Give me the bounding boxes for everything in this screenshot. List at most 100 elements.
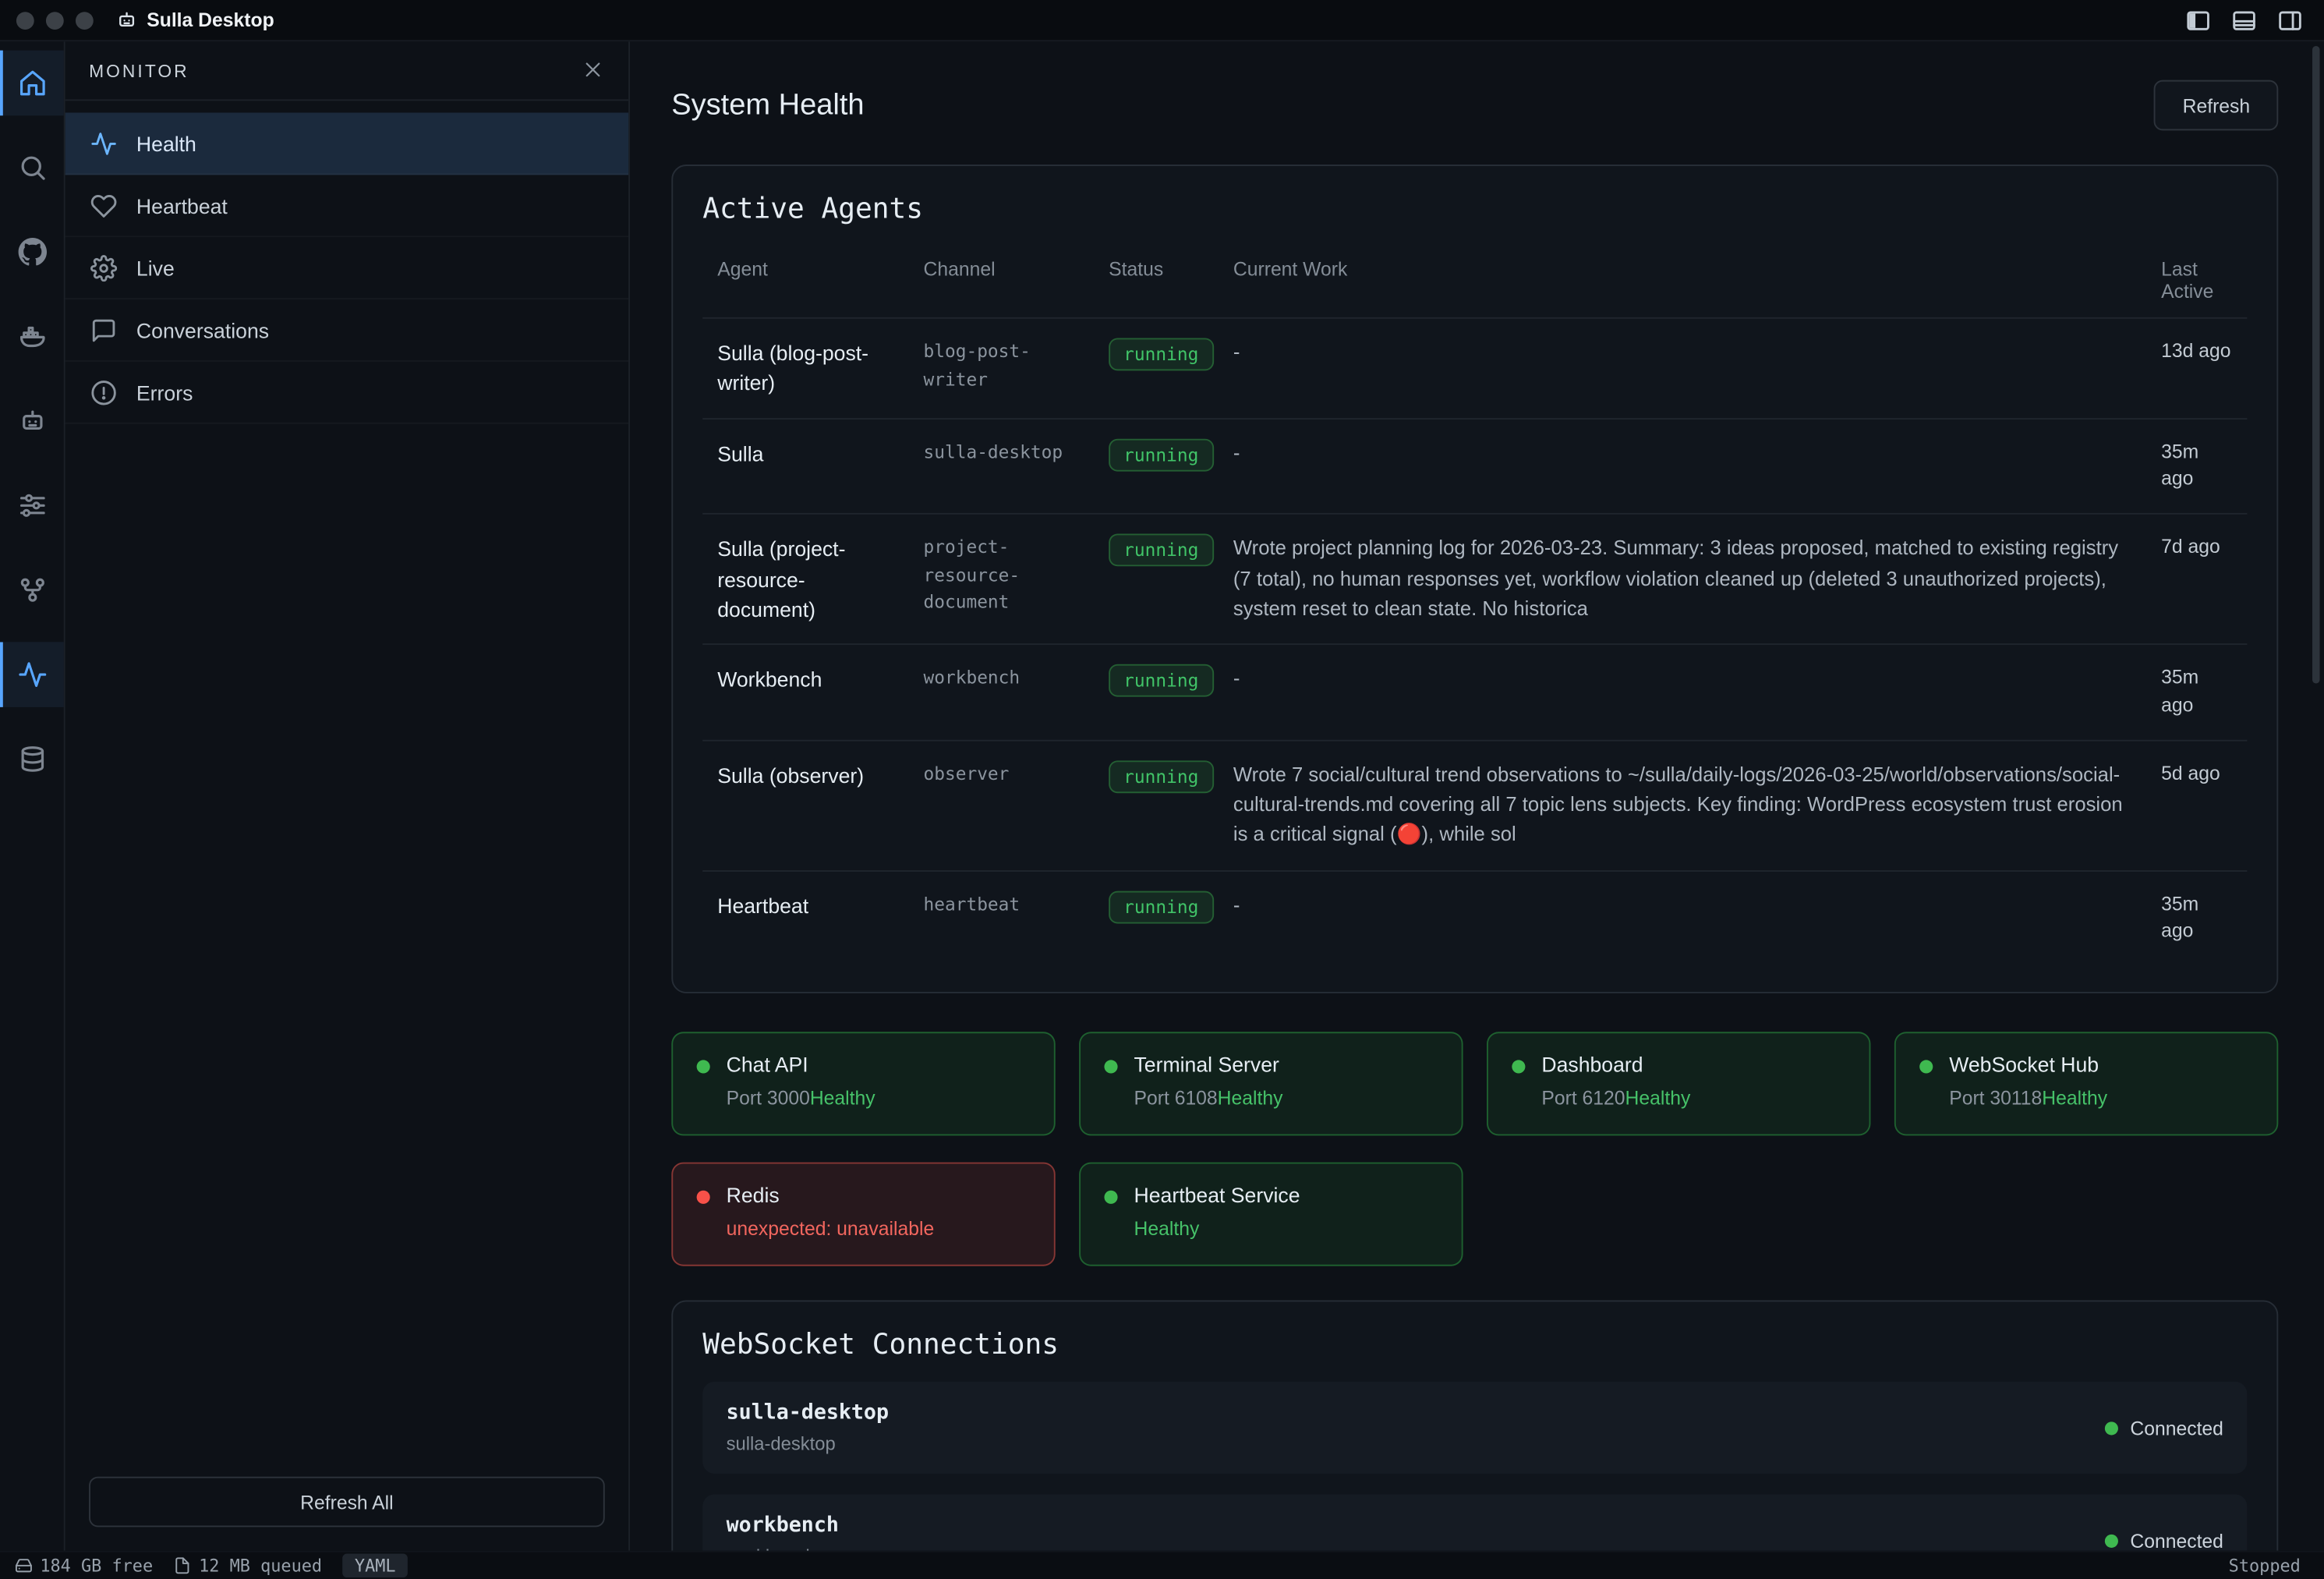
disk-free-label: 184 GB free	[40, 1555, 153, 1576]
active-agents-card: Active Agents Agent Channel Status Curre…	[671, 165, 2278, 993]
agent-name: Sulla (blog-post-writer)	[717, 338, 923, 398]
service-status-grid: Chat API Port 3000Healthy Terminal Serve…	[671, 1032, 2278, 1266]
agent-name: Sulla (project-resource-document)	[717, 534, 923, 625]
agent-channel: observer	[924, 760, 1109, 788]
service-name: Dashboard	[1541, 1053, 1690, 1076]
minimize-window-button[interactable]	[46, 11, 64, 29]
service-card[interactable]: Chat API Port 3000Healthy	[671, 1032, 1055, 1136]
monitor-item[interactable]: Health	[65, 112, 628, 175]
alert-icon	[90, 379, 117, 405]
rail-item[interactable]	[0, 642, 64, 707]
toggle-right-panel-button[interactable]	[2276, 7, 2303, 34]
monitor-item-label: Heartbeat	[136, 193, 228, 217]
maximize-window-button[interactable]	[76, 11, 94, 29]
service-status: Healthy	[1134, 1218, 1199, 1241]
monitor-panel: MONITOR Health Heartbeat	[65, 41, 630, 1551]
service-status: Healthy	[1218, 1087, 1283, 1110]
service-name: Redis	[727, 1184, 935, 1207]
service-status-dot	[1104, 1060, 1117, 1074]
service-status-dot	[1512, 1060, 1525, 1074]
status-badge: running	[1109, 534, 1213, 567]
service-card[interactable]: Redis unexpected: unavailable	[671, 1163, 1055, 1266]
rail-item[interactable]	[0, 473, 64, 539]
monitor-item[interactable]: Live	[65, 237, 628, 299]
monitor-panel-header: MONITOR	[65, 41, 628, 101]
bot-icon	[17, 406, 47, 436]
icon-rail	[0, 41, 65, 1551]
column-last-active: Last Active	[2161, 258, 2232, 303]
status-badge: running	[1109, 438, 1213, 471]
close-window-button[interactable]	[16, 11, 34, 29]
agent-row: Sulla (project-resource-document) projec…	[702, 513, 2247, 643]
rail-item[interactable]	[0, 135, 64, 200]
agent-current-work: -	[1233, 664, 2161, 695]
connected-dot	[2105, 1421, 2118, 1435]
agent-last-active: 5d ago	[2161, 760, 2232, 788]
agent-channel: sulla-desktop	[924, 438, 1109, 466]
format-badge[interactable]: YAML	[343, 1554, 408, 1577]
app-title-label: Sulla Desktop	[147, 9, 274, 31]
service-detail: Port 3000	[727, 1087, 810, 1110]
websocket-status: Connected	[2105, 1530, 2223, 1551]
websocket-connections-title: WebSocket Connections	[702, 1329, 2247, 1361]
scrollbar[interactable]	[2312, 46, 2320, 684]
app-logo-icon	[115, 9, 138, 31]
toggle-left-panel-button[interactable]	[2185, 7, 2212, 34]
agent-row: Sulla (blog-post-writer) blog-post-write…	[702, 317, 2247, 418]
service-card[interactable]: Dashboard Port 6120Healthy	[1487, 1032, 1870, 1136]
status-badge: running	[1109, 338, 1213, 370]
service-status: Healthy	[1625, 1087, 1691, 1110]
service-card[interactable]: Heartbeat Service Healthy	[1079, 1163, 1463, 1266]
agents-table: Agent Channel Status Current Work Last A…	[702, 243, 2247, 965]
agent-channel: heartbeat	[924, 890, 1109, 918]
service-card[interactable]: WebSocket Hub Port 30118Healthy	[1894, 1032, 2278, 1136]
page-title: System Health	[671, 88, 864, 122]
column-status: Status	[1109, 258, 1233, 281]
service-card[interactable]: Terminal Server Port 6108Healthy	[1079, 1032, 1463, 1136]
agent-row: Workbench workbench running - 35m ago	[702, 643, 2247, 739]
titlebar: Sulla Desktop	[0, 0, 2324, 41]
rail-item[interactable]	[0, 219, 64, 285]
activity-icon	[17, 660, 47, 689]
service-status-dot	[1919, 1060, 1933, 1074]
gear-icon	[90, 254, 117, 281]
close-icon[interactable]	[581, 58, 604, 82]
refresh-all-button[interactable]: Refresh All	[89, 1477, 605, 1528]
rail-item[interactable]	[0, 727, 64, 792]
websocket-connections-card: WebSocket Connections sulla-desktop sull…	[671, 1301, 2278, 1551]
refresh-button[interactable]: Refresh	[2154, 80, 2278, 131]
toggle-bottom-panel-button[interactable]	[2230, 7, 2257, 34]
agents-table-header: Agent Channel Status Current Work Last A…	[702, 243, 2247, 317]
monitor-item[interactable]: Errors	[65, 362, 628, 424]
rail-item[interactable]	[0, 304, 64, 370]
monitor-item[interactable]: Conversations	[65, 299, 628, 362]
monitor-panel-title: MONITOR	[89, 60, 189, 81]
agent-channel: blog-post-writer	[924, 338, 1109, 393]
heart-icon	[90, 192, 117, 218]
monitor-item-label: Errors	[136, 381, 193, 404]
agent-name: Heartbeat	[717, 890, 923, 921]
github-icon	[17, 237, 47, 267]
agent-last-active: 13d ago	[2161, 338, 2232, 366]
agent-name: Sulla	[717, 438, 923, 469]
rail-item[interactable]	[0, 558, 64, 623]
service-status: unexpected: unavailable	[727, 1218, 935, 1241]
run-state-label: Stopped	[2229, 1555, 2310, 1576]
connected-label: Connected	[2130, 1417, 2223, 1439]
monitor-item[interactable]: Heartbeat	[65, 175, 628, 237]
file-icon	[174, 1556, 192, 1574]
service-status: Healthy	[810, 1087, 875, 1110]
filters-icon	[17, 490, 47, 520]
status-badge: running	[1109, 760, 1213, 793]
service-status-dot	[697, 1191, 710, 1204]
statusbar: 184 GB free 12 MB queued YAML Stopped	[0, 1551, 2324, 1579]
rail-item[interactable]	[0, 51, 64, 116]
service-status-dot	[697, 1060, 710, 1074]
docker-icon	[17, 322, 47, 352]
disk-free-indicator: 184 GB free	[15, 1555, 153, 1576]
websocket-name: sulla-desktop	[727, 1401, 889, 1425]
rail-item[interactable]	[0, 388, 64, 454]
agent-last-active: 35m ago	[2161, 890, 2232, 947]
app-title: Sulla Desktop	[115, 9, 274, 31]
agent-row: Sulla (observer) observer running Wrote …	[702, 739, 2247, 869]
